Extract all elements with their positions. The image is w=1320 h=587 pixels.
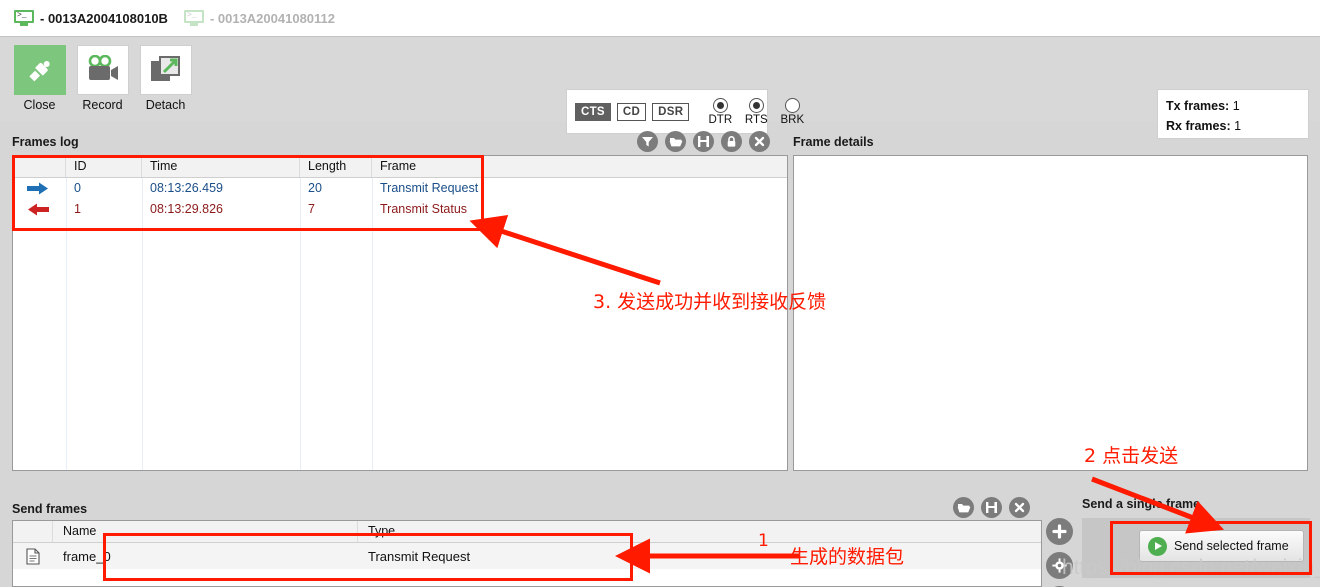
- frame-details-panel[interactable]: [793, 155, 1308, 471]
- tx-frames-value: 1: [1232, 99, 1240, 113]
- tab-0013A2004108010B[interactable]: >_ - 0013A2004108010B: [6, 0, 176, 36]
- table-row[interactable]: 0 08:13:26.459 20 Transmit Request: [13, 178, 787, 199]
- folder-open-icon[interactable]: [665, 130, 686, 152]
- table-row[interactable]: 1 08:13:29.826 7 Transmit Status: [13, 199, 787, 220]
- document-icon: [13, 547, 53, 565]
- column-direction[interactable]: [13, 156, 66, 177]
- rts-toggle[interactable]: RTS: [741, 97, 771, 126]
- close-button-label: Close: [23, 98, 56, 112]
- cell-id: 0: [74, 181, 81, 195]
- frame-counters: Tx frames: 1 Rx frames: 1: [1157, 89, 1309, 139]
- column-id[interactable]: ID: [66, 156, 142, 177]
- cell-id: 1: [74, 202, 81, 216]
- video-camera-icon: [76, 45, 129, 95]
- folder-open-icon[interactable]: [953, 496, 974, 518]
- brk-toggle[interactable]: BRK: [777, 97, 807, 126]
- signal-pills: CTS CD DSR: [567, 102, 690, 121]
- signal-radios: DTR RTS BRK: [705, 97, 807, 126]
- terminal-monitor-icon-inactive: >_: [183, 10, 204, 26]
- cell-length: 7: [308, 202, 315, 216]
- dtr-label: DTR: [708, 113, 733, 126]
- send-frames-header: Send frames: [12, 496, 87, 522]
- add-icon[interactable]: [1046, 518, 1073, 545]
- cell-time: 08:13:29.826: [150, 202, 223, 216]
- lock-icon[interactable]: [721, 130, 742, 152]
- brk-label: BRK: [780, 113, 805, 126]
- column-time[interactable]: Time: [142, 156, 300, 177]
- connector-plug-icon: [13, 45, 66, 95]
- column-frame[interactable]: Frame: [372, 156, 787, 177]
- arrow-right-icon: [13, 182, 66, 195]
- annotation-1-number: 1: [758, 531, 769, 551]
- rts-label: RTS: [744, 113, 768, 126]
- send-frames-title: Send frames: [12, 502, 88, 516]
- rts-radio-icon: [748, 97, 764, 113]
- frames-log-toolbar: [637, 128, 770, 154]
- close-icon[interactable]: [749, 130, 770, 152]
- filter-icon[interactable]: [637, 130, 658, 152]
- main-toolbar: Close Record Detach CTS CD DSR DTR RTS B…: [0, 36, 1320, 139]
- cts-indicator[interactable]: CTS: [575, 102, 611, 121]
- annotation-2-text: 2 点击发送: [1084, 445, 1179, 467]
- tab-0013A20041080112[interactable]: >_ - 0013A20041080112: [176, 0, 343, 36]
- save-icon[interactable]: [981, 496, 1002, 518]
- rx-frames-counter: Rx frames: 1: [1166, 116, 1308, 136]
- send-frames-header-row: Name Type: [13, 521, 1041, 543]
- annotation-1-text: 生成的数据包: [790, 546, 905, 568]
- cell-frame: Transmit Request: [380, 181, 479, 195]
- play-icon: [1148, 536, 1167, 556]
- tab-label-active: - 0013A2004108010B: [40, 10, 168, 26]
- app-window: >_ - 0013A2004108010B >_ - 0013A20041080…: [0, 0, 1320, 587]
- record-button[interactable]: Record: [75, 45, 130, 112]
- tab-label-inactive: - 0013A20041080112: [209, 10, 335, 26]
- detach-button-label: Detach: [145, 98, 186, 112]
- close-button[interactable]: Close: [12, 45, 67, 112]
- terminal-monitor-icon: >_: [14, 10, 34, 26]
- rx-frames-label: Rx frames:: [1166, 119, 1231, 133]
- cell-length: 20: [308, 181, 322, 195]
- arrow-left-icon: [13, 203, 66, 216]
- cell-frame-type: Transmit Request: [368, 548, 471, 564]
- detach-window-icon: [139, 45, 192, 95]
- watermark-text: https://blog.csdn.net/weixin_47546390: [1062, 556, 1320, 579]
- save-icon[interactable]: [693, 130, 714, 152]
- close-icon[interactable]: [1009, 496, 1030, 518]
- frames-log-title: Frames log: [12, 135, 79, 149]
- column-length[interactable]: Length: [300, 156, 372, 177]
- send-selected-frame-label: Send selected frame: [1174, 539, 1289, 553]
- frame-details-header: Frame details: [793, 129, 874, 155]
- column-type[interactable]: Type: [358, 521, 1041, 542]
- toolbar-button-group: Close Record Detach: [12, 45, 193, 112]
- brk-radio-icon: [784, 97, 800, 113]
- dtr-radio-icon: [712, 97, 728, 113]
- annotation-3-text: 3. 发送成功并收到接收反馈: [593, 291, 827, 313]
- detach-button[interactable]: Detach: [138, 45, 193, 112]
- record-button-label: Record: [82, 98, 123, 112]
- cell-frame: Transmit Status: [380, 202, 468, 216]
- column-icon: [13, 521, 53, 542]
- table-grid-lines: [13, 178, 787, 470]
- tx-frames-counter: Tx frames: 1: [1166, 96, 1308, 116]
- frames-log-header-row: ID Time Length Frame: [13, 156, 787, 178]
- dsr-indicator[interactable]: DSR: [652, 102, 690, 121]
- dtr-toggle[interactable]: DTR: [705, 97, 735, 126]
- single-frame-title: Send a single frame: [1082, 497, 1201, 511]
- column-name[interactable]: Name: [53, 521, 358, 542]
- cd-indicator[interactable]: CD: [616, 102, 647, 121]
- tab-bar: >_ - 0013A2004108010B >_ - 0013A20041080…: [0, 0, 1320, 36]
- cell-time: 08:13:26.459: [150, 181, 223, 195]
- tx-frames-label: Tx frames:: [1166, 99, 1230, 113]
- send-frames-toolbar: [953, 494, 1030, 520]
- frames-log-header: Frames log: [12, 129, 79, 155]
- cell-frame-name: frame_0: [63, 548, 111, 564]
- frame-details-title: Frame details: [793, 135, 874, 149]
- rx-frames-value: 1: [1234, 119, 1242, 133]
